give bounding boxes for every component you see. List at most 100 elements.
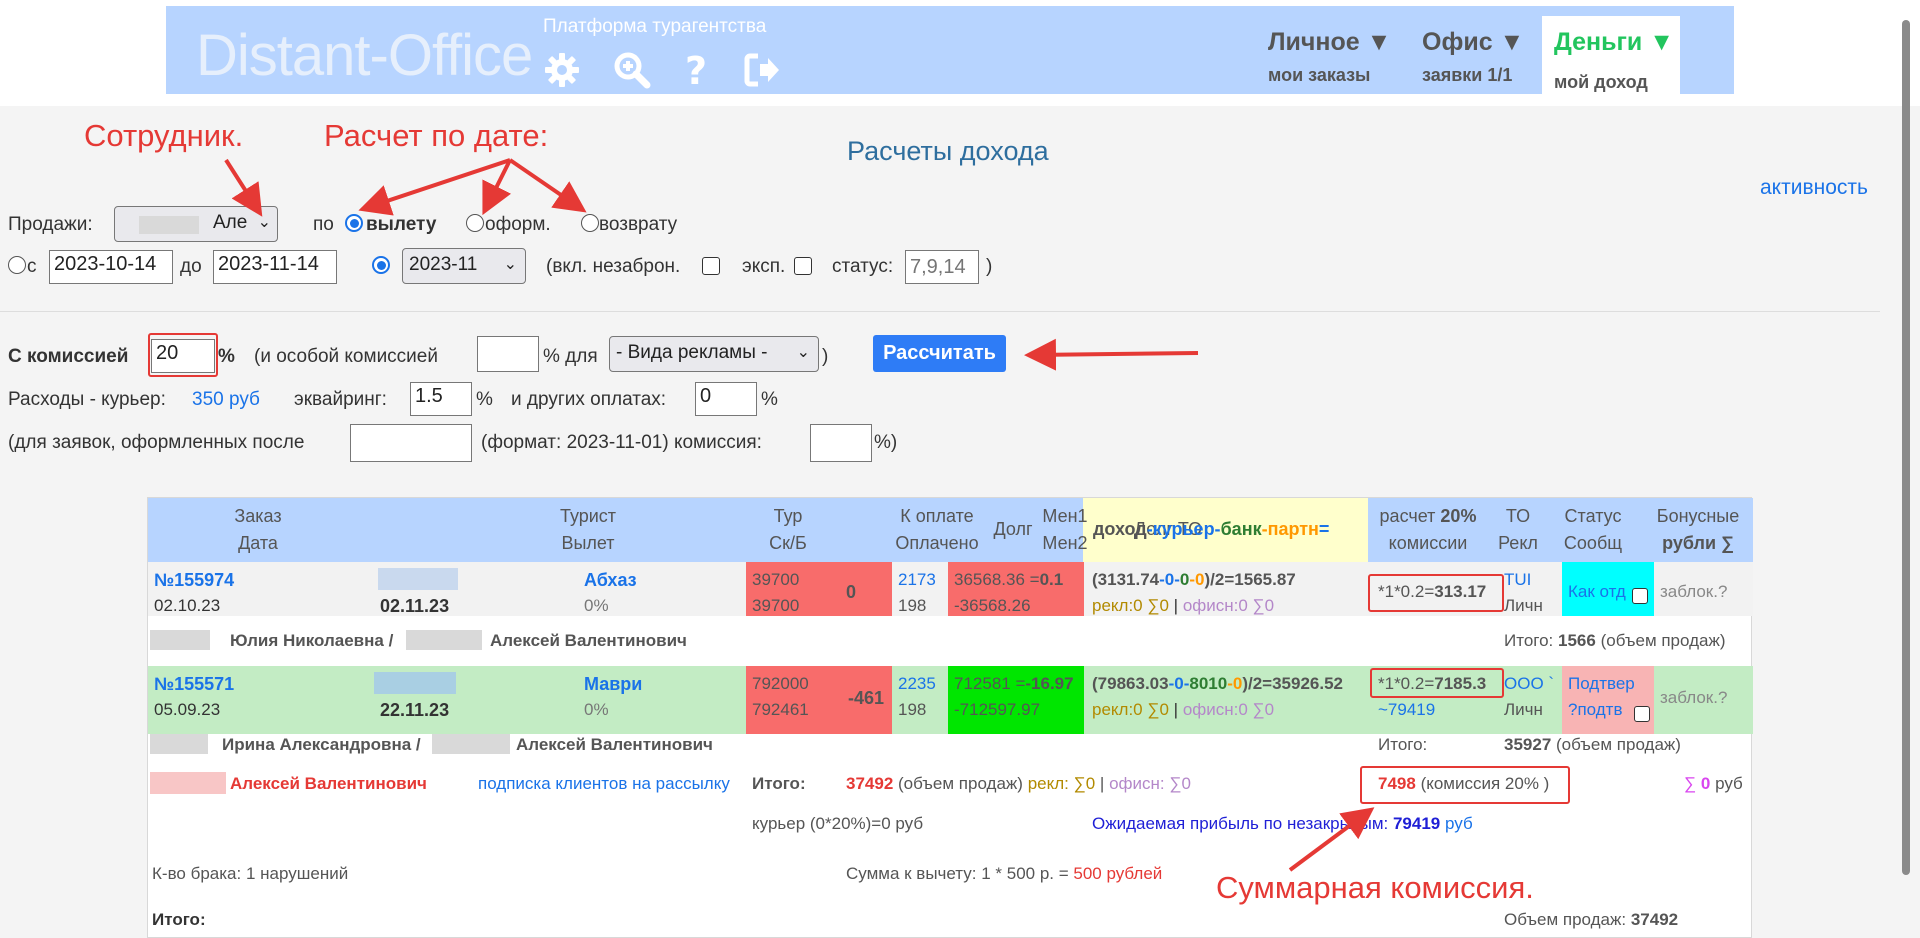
after-commission-input[interactable]: [810, 424, 872, 462]
search-plus-icon[interactable]: [612, 50, 652, 90]
gear-icon[interactable]: [542, 50, 582, 90]
special-commission-input[interactable]: [477, 336, 539, 372]
manager1-link[interactable]: 2235: [898, 674, 936, 694]
commission-percent: %: [218, 346, 235, 367]
debt-to-2: -36568.26: [954, 596, 1031, 615]
row-total-value: 35927 (объем продаж): [1504, 735, 1681, 754]
status-checkbox[interactable]: [1632, 588, 1648, 604]
tab-office[interactable]: Офис ▼ заявки 1/1: [1422, 28, 1524, 86]
chevron-down-icon: ⌄: [257, 214, 271, 231]
annotation-employee: Сотрудник.: [84, 118, 244, 153]
th-pay: К оплате Оплачено: [895, 506, 979, 553]
tourist-blurred: [378, 568, 458, 590]
after-date-input[interactable]: [350, 424, 472, 462]
to-pay: 792000: [752, 674, 809, 693]
employee-blurred: [150, 772, 226, 794]
th-bonus: Бонусные рубли ∑: [1656, 506, 1740, 553]
status-confirm-link[interactable]: ?подтв: [1568, 700, 1622, 720]
ad-type-select[interactable]: - Вида рекламы - ⌄: [609, 336, 819, 372]
employee-select[interactable]: Але ⌄: [114, 206, 278, 242]
status-input[interactable]: [905, 250, 979, 284]
tab-money-sub[interactable]: мой доход: [1554, 72, 1648, 93]
status-checkbox[interactable]: [1634, 706, 1650, 722]
chevron-down-icon: ⌄: [503, 256, 517, 273]
subscribe-link[interactable]: подписка клиентов на рассылку: [478, 774, 730, 794]
tour-discount: 0%: [584, 700, 609, 719]
radio-date-range[interactable]: [8, 256, 26, 274]
tour-link[interactable]: Абхаз: [584, 570, 637, 591]
order-link[interactable]: №155571: [154, 674, 234, 695]
client-blurred: [150, 630, 210, 650]
tab-office-sub[interactable]: заявки 1/1: [1422, 65, 1524, 86]
client-name-2: Алексей Валентинович: [490, 631, 687, 650]
th-commission-calc: расчет 20% комиссии: [1379, 506, 1477, 553]
tab-money-title: Деньги ▼: [1554, 28, 1674, 56]
employee-name: Алексей Валентинович: [230, 774, 427, 793]
client-blurred: [406, 630, 482, 650]
chevron-down-icon: ⌄: [796, 344, 810, 361]
courier-summary: курьер (0*20%)=0 руб: [752, 814, 924, 833]
th-managers: Мен1 Мен2: [1042, 506, 1088, 553]
manager1-link[interactable]: 2173: [898, 570, 936, 590]
income-formula: (3131.74-0-0-0)/2=1565.87: [1092, 570, 1296, 589]
order-date: 05.09.23: [154, 700, 221, 719]
incl-unbooked-checkbox[interactable]: [702, 257, 720, 275]
tab-money[interactable]: Деньги ▼ мой доход: [1542, 16, 1680, 98]
th-income: доход-курьер-банк-партн=: [1093, 519, 1330, 539]
divider: [0, 311, 1880, 312]
other-payments-percent: %: [761, 389, 778, 410]
to-link[interactable]: TUI: [1504, 570, 1531, 590]
ad-office-sums: рекл:0 ∑0 | офисн:0 ∑0: [1092, 700, 1275, 719]
radio-by-flight[interactable]: [345, 214, 363, 232]
tab-personal-sub[interactable]: мои заказы: [1268, 65, 1391, 86]
calculate-button[interactable]: Рассчитать: [873, 335, 1006, 372]
to-pay: 39700: [752, 570, 800, 589]
logout-icon[interactable]: [742, 50, 782, 90]
bonus-locked[interactable]: заблок.?: [1660, 688, 1727, 708]
client-blurred: [150, 734, 208, 754]
format-label: (формат: 2023-11-01) комиссия:: [481, 432, 762, 453]
status-label: статус:: [832, 256, 894, 277]
courier-cost-link[interactable]: 350 руб: [192, 389, 260, 411]
status-link[interactable]: Как отд: [1568, 582, 1626, 602]
help-icon[interactable]: ?: [676, 50, 716, 90]
special-commission-label: (и особой комиссией: [254, 346, 438, 367]
date-from-input[interactable]: 2023-10-14: [49, 250, 173, 284]
income-formula: (79863.03-0-8010-0)/2=35926.52: [1092, 674, 1343, 693]
paid: 39700: [752, 596, 800, 615]
radio-month[interactable]: [372, 256, 390, 274]
date-to-input[interactable]: 2023-11-14: [213, 250, 337, 284]
client-blurred: [432, 734, 510, 754]
bonus-locked[interactable]: заблок.?: [1660, 582, 1727, 602]
platform-subtitle: Платформа турагентства: [543, 16, 767, 37]
annotation-date-calc: Расчет по дате:: [324, 118, 549, 153]
page-scrollbar[interactable]: [1902, 20, 1910, 875]
summary-total: 37492 (объем продаж) рекл: ∑0 | офисн: ∑…: [846, 774, 1191, 793]
acquiring-label: эквайринг:: [294, 389, 387, 410]
acquiring-input[interactable]: 1.5: [410, 382, 472, 416]
month-select[interactable]: 2023-11 ⌄: [402, 248, 526, 284]
tab-personal[interactable]: Личное ▼ мои заказы: [1268, 28, 1391, 86]
sales-label: Продажи:: [8, 214, 93, 235]
acquiring-percent: %: [476, 389, 493, 410]
radio-by-issue[interactable]: [466, 214, 484, 232]
radio-by-return[interactable]: [581, 214, 599, 232]
other-payments-label: и других оплатах:: [511, 389, 667, 410]
activity-link[interactable]: активность: [1760, 176, 1868, 200]
th-debt: Долг: [993, 519, 1033, 539]
other-payments-input[interactable]: 0: [695, 382, 757, 416]
site-header: Distant-Office Платформа турагентства ? …: [166, 6, 1734, 98]
tour-link[interactable]: Маври: [584, 674, 642, 695]
incl-unbooked-label: (вкл. незаброн.: [546, 256, 681, 277]
order-link[interactable]: №155974: [154, 570, 234, 591]
row-total: Итого:: [1378, 735, 1428, 754]
svg-text:?: ?: [685, 50, 707, 90]
status-link[interactable]: Подтвер: [1568, 674, 1635, 694]
client-name-2: Алексей Валентинович: [516, 735, 713, 754]
paid: 792461: [752, 700, 809, 719]
exp-checkbox[interactable]: [794, 257, 812, 275]
site-logo[interactable]: Distant-Office: [196, 22, 533, 89]
from-label: с: [27, 256, 37, 277]
commission-extra: ~79419: [1378, 700, 1436, 719]
to-link[interactable]: ООО `: [1504, 674, 1554, 694]
